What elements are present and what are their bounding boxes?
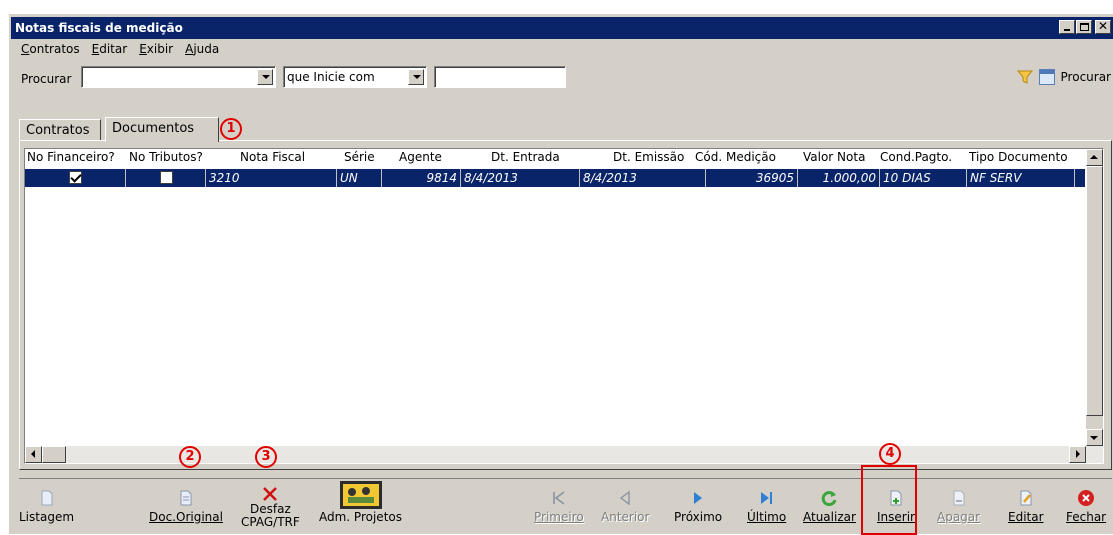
scroll-up-button[interactable] (1086, 149, 1103, 166)
adm-projetos-button[interactable]: Adm. Projetos (319, 481, 402, 524)
documents-grid: No Financeiro? No Tributos? Nota Fiscal … (24, 148, 1104, 464)
horizontal-scroll-thumb[interactable] (42, 446, 66, 463)
menu-editar[interactable]: Editar (92, 42, 128, 56)
vertical-scrollbar[interactable] (1086, 149, 1103, 446)
cell-dt-emissao: 8/4/2013 (580, 169, 706, 187)
col-dt-entrada[interactable]: Dt. Entrada (491, 150, 560, 164)
col-cod-medicao[interactable]: Cód. Medição (695, 150, 776, 164)
search-bar: Procurar que Inicie com Procurar (21, 66, 1113, 92)
annotation-badge-2: 2 (179, 446, 201, 468)
search-mode-select[interactable]: que Inicie com (283, 66, 427, 88)
col-cond-pagto[interactable]: Cond.Pagto. (880, 150, 952, 164)
tab-documentos[interactable]: Documentos (105, 117, 219, 142)
grid-header: No Financeiro? No Tributos? Nota Fiscal … (25, 149, 1091, 169)
search-actions: Procurar (1016, 69, 1111, 85)
col-valor-nota[interactable]: Valor Nota (803, 150, 865, 164)
apagar-button[interactable]: Apagar (937, 489, 980, 524)
vertical-scroll-thumb[interactable] (1086, 166, 1103, 416)
arrow-down-icon (1090, 436, 1098, 440)
search-label: Procurar (21, 72, 72, 86)
last-record-icon (760, 492, 772, 504)
inserir-highlight-box (861, 465, 917, 535)
col-no-tributos[interactable]: No Tributos? (129, 150, 203, 164)
col-dt-emissao[interactable]: Dt. Emissão (613, 150, 684, 164)
previous-record-icon (620, 490, 630, 506)
menu-ajuda[interactable]: Ajuda (185, 42, 219, 56)
col-nota-fiscal[interactable]: Nota Fiscal (240, 150, 305, 164)
col-no-financeiro[interactable]: No Financeiro? (27, 150, 115, 164)
editar-button[interactable]: Editar (1008, 489, 1044, 524)
arrow-up-icon (1090, 155, 1098, 159)
window-controls: ✕ (1059, 19, 1111, 34)
document-copy-icon (180, 490, 192, 506)
minimize-icon (1064, 29, 1070, 31)
app-window: Notas fiscais de medição ✕ Contratos Edi… (8, 14, 1113, 535)
scroll-down-button[interactable] (1086, 429, 1103, 446)
table-row[interactable]: 3210 UN 9814 8/4/2013 8/4/2013 36905 1.0… (25, 169, 1085, 187)
cell-no-tributos (126, 169, 206, 187)
tab-contratos[interactable]: Contratos (19, 119, 101, 141)
scroll-left-button[interactable] (25, 446, 42, 463)
title-bar: Notas fiscais de medição ✕ (11, 17, 1113, 39)
red-x-icon (263, 487, 278, 501)
search-icon (1038, 69, 1055, 85)
maximize-icon (1080, 23, 1089, 31)
search-input[interactable] (434, 66, 566, 88)
fechar-button[interactable]: Fechar (1066, 489, 1106, 524)
projects-icon (339, 481, 382, 509)
anterior-button[interactable]: Anterior (601, 489, 649, 524)
documents-panel: No Financeiro? No Tributos? Nota Fiscal … (19, 140, 1112, 470)
close-icon: ✕ (1098, 19, 1109, 33)
ultimo-button[interactable]: Último (747, 489, 786, 524)
cell-valor-nota: 1.000,00 (798, 169, 880, 187)
cell-serie: UN (337, 169, 382, 187)
arrow-left-icon (31, 450, 35, 458)
cell-nota-fiscal: 3210 (206, 169, 337, 187)
col-agente[interactable]: Agente (399, 150, 442, 164)
search-mode-value: que Inicie com (287, 70, 375, 84)
close-circle-icon (1078, 490, 1095, 506)
cell-agente: 9814 (382, 169, 461, 187)
search-button[interactable]: Procurar (1061, 70, 1111, 84)
next-record-icon (694, 492, 703, 504)
first-record-icon (553, 491, 565, 505)
chevron-down-icon[interactable] (257, 69, 273, 85)
edit-icon (1020, 490, 1032, 506)
chevron-down-icon[interactable] (408, 69, 424, 85)
search-field-select[interactable] (81, 66, 276, 88)
document-icon (41, 490, 53, 506)
listagem-button[interactable]: Listagem (19, 489, 74, 524)
doc-original-button[interactable]: Doc.Original (149, 489, 223, 524)
close-button[interactable]: ✕ (1095, 19, 1111, 34)
cell-no-financeiro (25, 169, 126, 187)
col-tipo-documento[interactable]: Tipo Documento (969, 150, 1068, 164)
menu-bar: Contratos Editar Exibir Ajuda (21, 42, 219, 56)
proximo-button[interactable]: Próximo (674, 489, 722, 524)
refresh-icon (822, 491, 837, 507)
cell-tipo-documento: NF SERV (967, 169, 1075, 187)
cell-cond-pagto: 10 DIAS (880, 169, 967, 187)
cell-cod-medicao: 36905 (706, 169, 798, 187)
filter-icon[interactable] (1016, 70, 1033, 84)
annotation-badge-3: 3 (255, 446, 277, 468)
maximize-button[interactable] (1076, 20, 1092, 34)
atualizar-button[interactable]: Atualizar (803, 489, 856, 524)
annotation-badge-1: 1 (220, 118, 242, 140)
menu-exibir[interactable]: Exibir (139, 42, 173, 56)
window-title: Notas fiscais de medição (15, 21, 183, 35)
no-tributos-checkbox[interactable] (160, 171, 173, 184)
primeiro-button[interactable]: Primeiro (534, 489, 584, 524)
annotation-badge-4: 4 (879, 443, 901, 465)
delete-icon (953, 490, 965, 506)
bottom-toolbar: Listagem Doc.Original Desfaz CPAG/TRF Ad… (19, 478, 1112, 535)
desfaz-cpag-trf-button[interactable]: Desfaz CPAG/TRF (241, 485, 300, 529)
menu-contratos[interactable]: Contratos (21, 42, 80, 56)
arrow-right-icon (1076, 450, 1080, 458)
no-financeiro-checkbox[interactable] (69, 171, 82, 184)
cell-dt-entrada: 8/4/2013 (461, 169, 580, 187)
col-serie[interactable]: Série (344, 150, 375, 164)
scroll-right-button[interactable] (1069, 446, 1086, 463)
minimize-button[interactable] (1059, 20, 1075, 34)
